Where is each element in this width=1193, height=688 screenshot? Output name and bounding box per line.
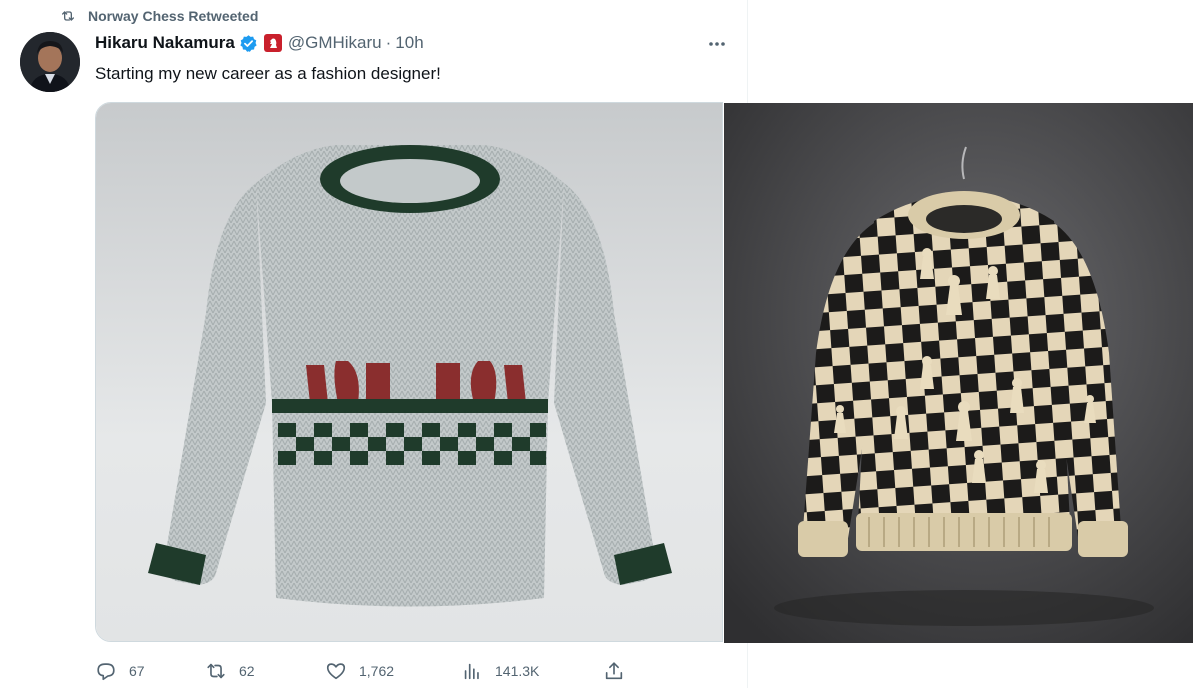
sweater-chess-checkered xyxy=(724,103,1193,643)
sweater-green-render xyxy=(96,103,722,641)
checker-band xyxy=(272,399,548,413)
retweet-count: 62 xyxy=(239,663,255,679)
verified-badge-icon[interactable] xyxy=(239,34,258,53)
avatar-image xyxy=(20,32,80,92)
author-display-name[interactable]: Hikaru Nakamura xyxy=(95,33,235,53)
retweet-context[interactable]: Norway Chess Retweeted xyxy=(60,8,258,24)
reply-count: 67 xyxy=(129,663,145,679)
reply-button[interactable]: 67 xyxy=(95,655,145,687)
views-count: 141.3K xyxy=(495,663,540,679)
avatar[interactable] xyxy=(20,32,80,92)
tweet-text: Starting my new career as a fashion desi… xyxy=(95,64,441,83)
tweet-header: Hikaru Nakamura @GMHikaru · 10h xyxy=(95,33,424,53)
affiliate-badge-icon[interactable] xyxy=(263,34,282,52)
retweet-icon xyxy=(207,663,225,679)
like-button[interactable]: 1,762 xyxy=(325,655,394,687)
media-image-right[interactable] xyxy=(724,103,1193,643)
tweet-timestamp[interactable]: 10h xyxy=(395,33,423,53)
reply-icon xyxy=(97,663,115,681)
retweet-label: Norway Chess Retweeted xyxy=(88,8,259,24)
retweet-icon xyxy=(62,11,74,21)
views-button[interactable]: 141.3K xyxy=(461,655,539,687)
knight-icon xyxy=(269,38,277,48)
share-icon xyxy=(605,662,623,680)
media-image-left[interactable] xyxy=(95,102,723,642)
separator-dot: · xyxy=(385,33,392,52)
retweet-button[interactable]: 62 xyxy=(205,655,255,687)
action-bar: 67 62 1,762 141.3K xyxy=(95,655,655,687)
author-handle[interactable]: @GMHikaru xyxy=(288,33,382,53)
more-icon xyxy=(709,42,725,46)
more-button[interactable] xyxy=(700,30,734,58)
views-icon xyxy=(464,663,479,680)
like-count: 1,762 xyxy=(359,663,395,679)
share-button[interactable] xyxy=(603,655,625,687)
heart-icon xyxy=(326,663,346,680)
tweet-card[interactable]: Norway Chess Retweeted Hikaru Nakamura @… xyxy=(0,0,748,688)
